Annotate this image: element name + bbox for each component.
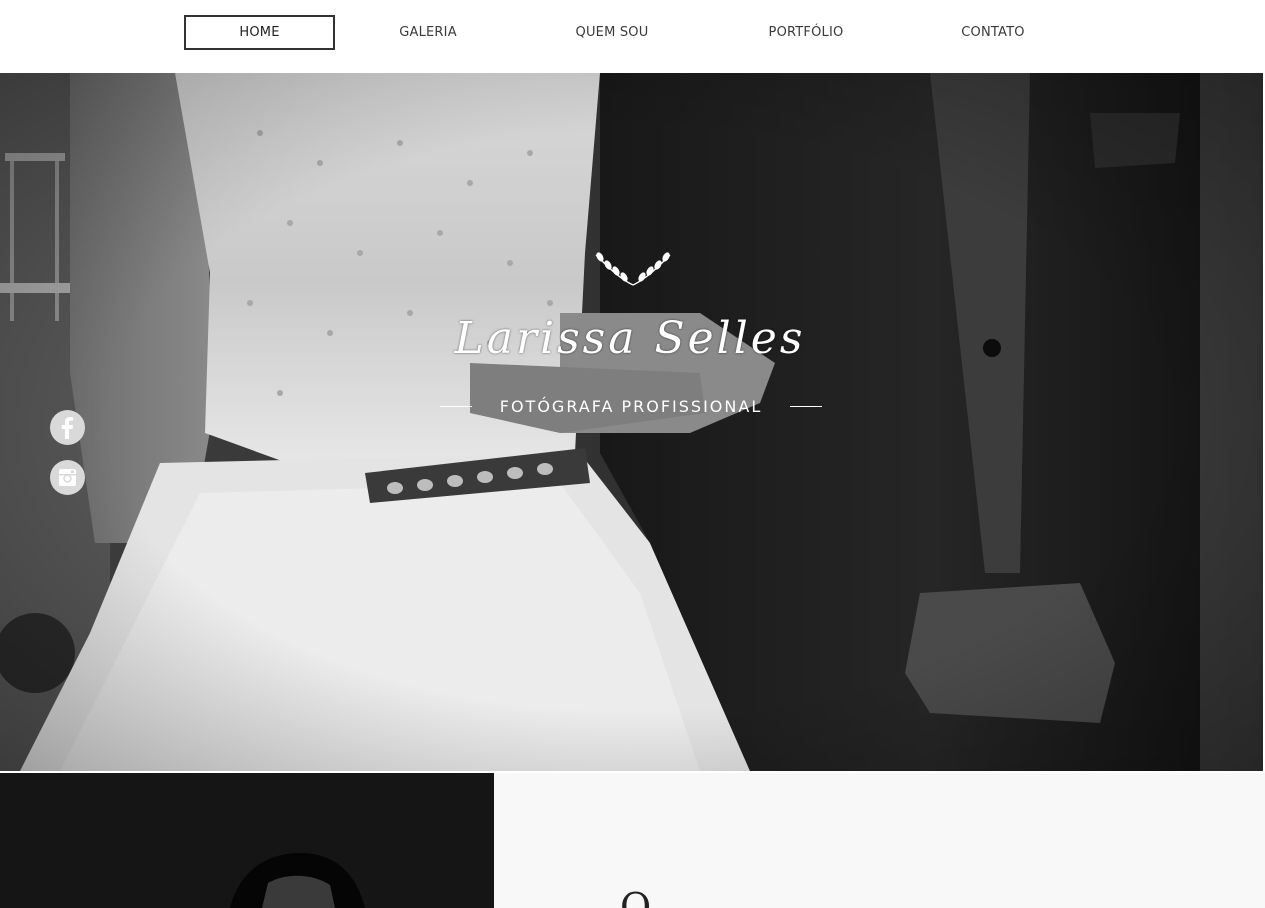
- nav-item-portfolio[interactable]: PORTFÓLIO: [731, 15, 881, 50]
- hero-subtitle-row: FOTÓGRAFA PROFISSIONAL: [440, 394, 822, 418]
- decorative-line-left: [440, 405, 472, 407]
- hero-wedding-photo: [0, 73, 1263, 771]
- instagram-icon: [59, 469, 76, 486]
- about-panel: Q: [494, 773, 1265, 908]
- facebook-link[interactable]: [50, 410, 85, 445]
- decorative-line-right: [789, 405, 822, 407]
- portrait-image: [0, 773, 494, 908]
- nav-item-home[interactable]: HOME: [184, 15, 335, 50]
- nav-item-galeria[interactable]: GALERIA: [353, 15, 503, 50]
- laurel-branch-icon: [595, 252, 671, 286]
- top-navigation: HOME GALERIA QUEM SOU PORTFÓLIO CONTATO: [0, 0, 1265, 73]
- instagram-link[interactable]: [50, 460, 85, 495]
- hero-title: Larissa Selles: [454, 313, 806, 364]
- hero-subtitle: FOTÓGRAFA PROFISSIONAL: [499, 396, 763, 416]
- facebook-icon: [61, 417, 73, 439]
- about-portrait-photo: [0, 773, 494, 908]
- nav-item-contato[interactable]: CONTATO: [918, 15, 1068, 50]
- about-heading: Q: [620, 885, 652, 908]
- hero-banner: Larissa Selles FOTÓGRAFA PROFISSIONAL: [0, 73, 1263, 771]
- nav-item-quem-sou[interactable]: QUEM SOU: [537, 15, 687, 50]
